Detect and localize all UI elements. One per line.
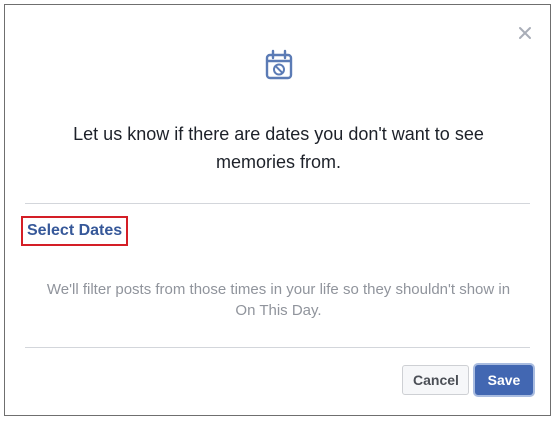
select-dates-link[interactable]: Select Dates xyxy=(21,216,129,246)
save-button[interactable]: Save xyxy=(475,365,533,395)
dialog-heading: Let us know if there are dates you don't… xyxy=(73,124,484,172)
cancel-button[interactable]: Cancel xyxy=(402,365,469,395)
divider xyxy=(25,347,530,348)
close-icon[interactable] xyxy=(517,25,533,41)
divider xyxy=(25,203,530,204)
info-text: We'll filter posts from those times in y… xyxy=(46,281,511,319)
calendar-block-icon xyxy=(262,48,296,82)
memories-dates-dialog: Let us know if there are dates you don't… xyxy=(4,4,551,416)
